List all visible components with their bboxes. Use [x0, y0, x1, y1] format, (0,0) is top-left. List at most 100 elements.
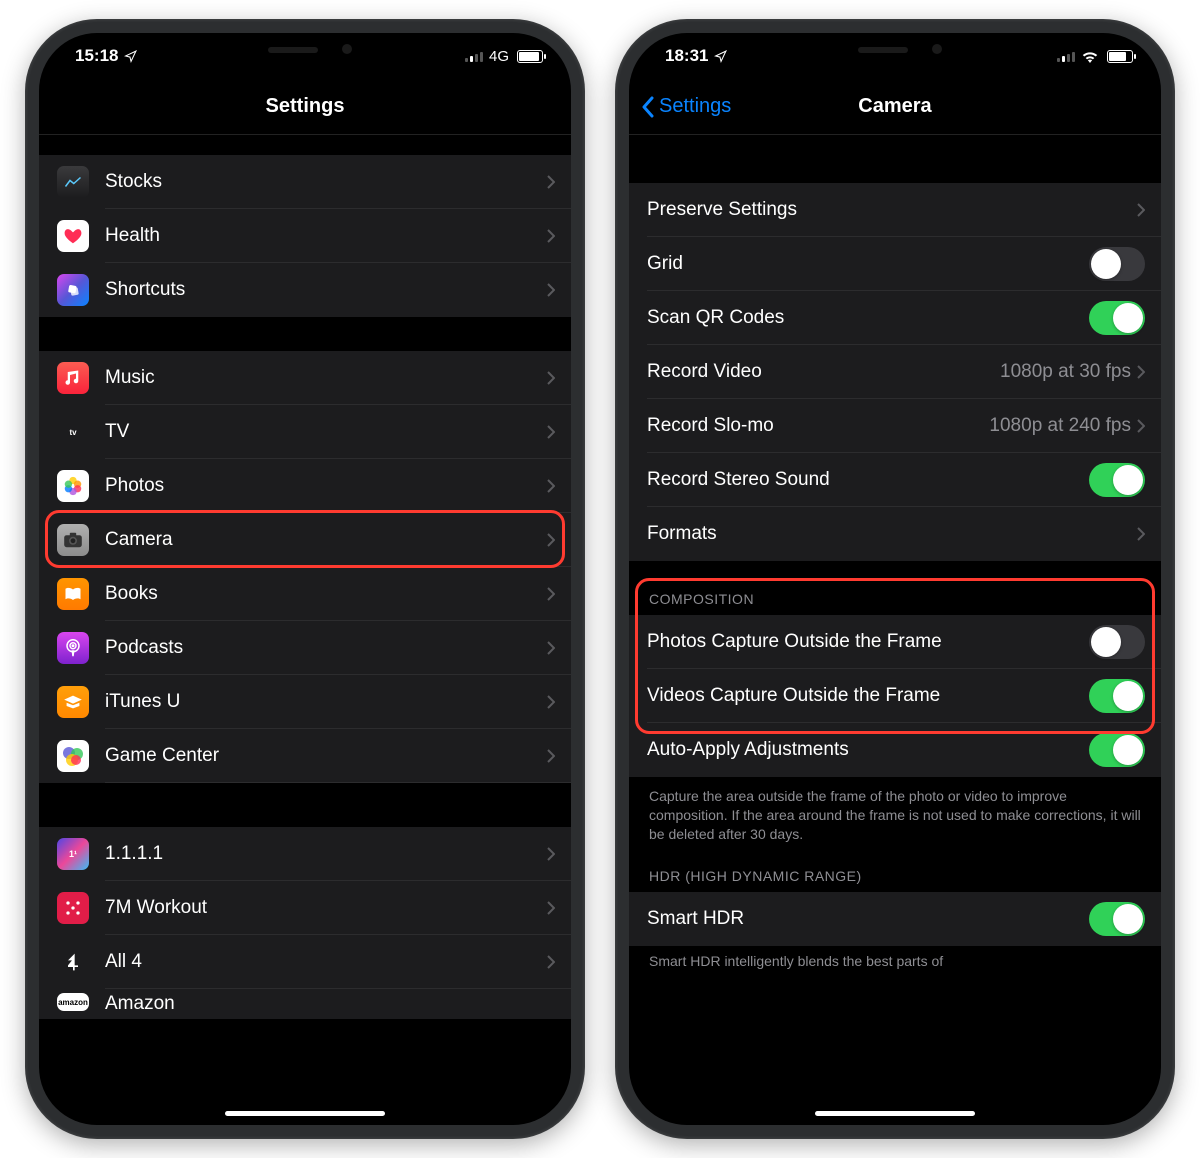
group-preinstalled-2: Music tv TV Photos Camera Books [39, 351, 571, 783]
battery-icon [517, 50, 543, 63]
row-podcasts[interactable]: Podcasts [39, 621, 571, 675]
hdr-footer: Smart HDR intelligently blends the best … [629, 946, 1161, 971]
row-label: Camera [105, 529, 547, 551]
row-label: TV [105, 421, 547, 443]
home-indicator[interactable] [815, 1111, 975, 1116]
scanqr-toggle[interactable] [1089, 301, 1145, 335]
row-music[interactable]: Music [39, 351, 571, 405]
row-label: Podcasts [105, 637, 547, 659]
row-smart-hdr[interactable]: Smart HDR [629, 892, 1161, 946]
row-tv[interactable]: tv TV [39, 405, 571, 459]
chevron-right-icon [547, 641, 555, 655]
chevron-right-icon [547, 901, 555, 915]
row-camera[interactable]: Camera [39, 513, 571, 567]
cellular-bars-icon [1057, 50, 1075, 62]
group-composition: Photos Capture Outside the Frame Videos … [629, 615, 1161, 777]
settings-list[interactable]: Stocks Health Shortcuts Music tv [39, 135, 571, 1125]
row-itunesu[interactable]: iTunes U [39, 675, 571, 729]
chevron-right-icon [547, 587, 555, 601]
row-label: Formats [647, 523, 1137, 545]
music-icon [57, 362, 89, 394]
auto-apply-toggle[interactable] [1089, 733, 1145, 767]
chevron-right-icon [547, 749, 555, 763]
chevron-right-icon [547, 283, 555, 297]
row-photos-outside-frame[interactable]: Photos Capture Outside the Frame [629, 615, 1161, 669]
row-preserve-settings[interactable]: Preserve Settings [629, 183, 1161, 237]
row-detail: 1080p at 240 fps [989, 415, 1131, 437]
row-label: Grid [647, 253, 1089, 275]
row-amazon[interactable]: amazon Amazon [39, 989, 571, 1019]
row-label: All 4 [105, 951, 547, 973]
row-stereo-sound[interactable]: Record Stereo Sound [629, 453, 1161, 507]
chevron-left-icon [641, 96, 655, 118]
row-stocks[interactable]: Stocks [39, 155, 571, 209]
chevron-right-icon [547, 695, 555, 709]
composition-footer: Capture the area outside the frame of th… [629, 777, 1161, 844]
right-screen: 18:31 Settings Camera Preserve Settin [629, 33, 1161, 1125]
photos-icon [57, 470, 89, 502]
row-label: Game Center [105, 745, 547, 767]
row-7mworkout[interactable]: 7M Workout [39, 881, 571, 935]
row-label: Photos Capture Outside the Frame [647, 631, 1089, 653]
section-header-hdr: HDR (HIGH DYNAMIC RANGE) [629, 844, 1161, 892]
row-videos-outside-frame[interactable]: Videos Capture Outside the Frame [629, 669, 1161, 723]
stereo-toggle[interactable] [1089, 463, 1145, 497]
row-label: Shortcuts [105, 279, 547, 301]
row-label: Record Video [647, 361, 1000, 383]
row-gamecenter[interactable]: Game Center [39, 729, 571, 783]
chevron-right-icon [547, 955, 555, 969]
row-all4[interactable]: All 4 [39, 935, 571, 989]
group-hdr: Smart HDR [629, 892, 1161, 946]
chevron-right-icon [547, 425, 555, 439]
grid-toggle[interactable] [1089, 247, 1145, 281]
notch [770, 33, 1020, 69]
podcasts-icon [57, 632, 89, 664]
status-time: 18:31 [665, 46, 708, 66]
shortcuts-icon [57, 274, 89, 306]
row-label: Scan QR Codes [647, 307, 1089, 329]
row-label: Smart HDR [647, 908, 1089, 930]
row-label: 1.1.1.1 [105, 843, 547, 865]
row-1111[interactable]: 1¹ 1.1.1.1 [39, 827, 571, 881]
row-label: Health [105, 225, 547, 247]
camera-settings[interactable]: Preserve Settings Grid Scan QR Codes Rec… [629, 135, 1161, 1125]
row-label: Record Slo-mo [647, 415, 989, 437]
row-label: Books [105, 583, 547, 605]
home-indicator[interactable] [225, 1111, 385, 1116]
row-label: Amazon [105, 993, 555, 1015]
app-amazon-icon: amazon [57, 993, 89, 1011]
row-formats[interactable]: Formats [629, 507, 1161, 561]
row-record-video[interactable]: Record Video1080p at 30 fps [629, 345, 1161, 399]
cellular-bars-icon [465, 50, 483, 62]
smart-hdr-toggle[interactable] [1089, 902, 1145, 936]
section-header-composition: COMPOSITION [629, 561, 1161, 615]
app-7m-icon [57, 892, 89, 924]
right-device: 18:31 Settings Camera Preserve Settin [615, 19, 1175, 1139]
back-button[interactable]: Settings [641, 95, 731, 118]
notch [180, 33, 430, 69]
row-grid[interactable]: Grid [629, 237, 1161, 291]
health-icon [57, 220, 89, 252]
chevron-right-icon [547, 175, 555, 189]
row-shortcuts[interactable]: Shortcuts [39, 263, 571, 317]
row-label: Preserve Settings [647, 199, 1137, 221]
location-icon [124, 50, 137, 63]
row-record-slomo[interactable]: Record Slo-mo1080p at 240 fps [629, 399, 1161, 453]
row-label: Record Stereo Sound [647, 469, 1089, 491]
row-books[interactable]: Books [39, 567, 571, 621]
chevron-right-icon [547, 371, 555, 385]
row-auto-apply[interactable]: Auto-Apply Adjustments [629, 723, 1161, 777]
row-scan-qr[interactable]: Scan QR Codes [629, 291, 1161, 345]
photos-outside-toggle[interactable] [1089, 625, 1145, 659]
row-label: Music [105, 367, 547, 389]
back-label: Settings [659, 95, 731, 118]
chevron-right-icon [1137, 419, 1145, 433]
tv-icon: tv [57, 416, 89, 448]
group-preinstalled-1: Stocks Health Shortcuts [39, 155, 571, 317]
status-time: 15:18 [75, 46, 118, 66]
row-photos[interactable]: Photos [39, 459, 571, 513]
videos-outside-toggle[interactable] [1089, 679, 1145, 713]
nav-bar: Settings [39, 79, 571, 135]
wifi-icon [1081, 50, 1099, 63]
row-health[interactable]: Health [39, 209, 571, 263]
